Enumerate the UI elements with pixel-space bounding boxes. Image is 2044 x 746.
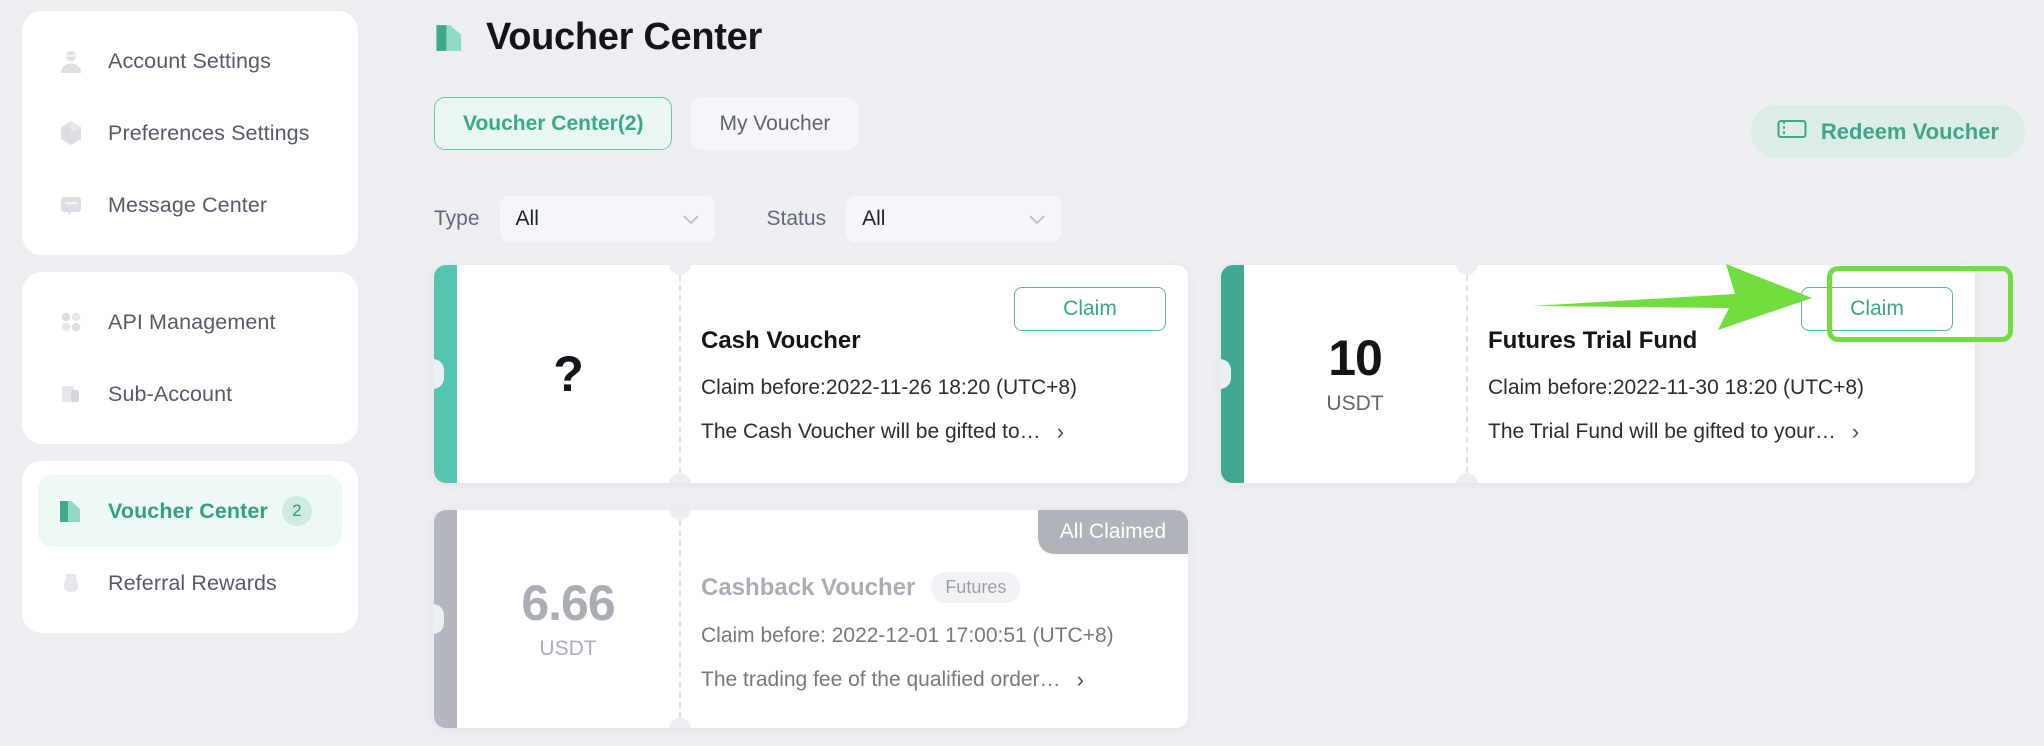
voucher-icon [56,496,86,526]
voucher-description-row[interactable]: The Cash Voucher will be gifted to… › [701,420,1188,444]
sidebar-item-label: Referral Rewards [108,570,277,595]
user-icon [56,46,86,76]
sidebar-item-referral-rewards[interactable]: Referral Rewards [22,547,358,619]
voucher-name: Futures Trial Fund [1488,327,1698,354]
sidebar-item-account-settings[interactable]: Account Settings [22,25,358,97]
type-select-value: All [515,207,539,230]
main-content: Voucher Center Voucher Center(2) My Vouc… [433,0,2044,746]
filters: Type All Status All [434,196,2044,242]
sidebar-item-label: Preferences Settings [108,120,310,145]
voucher-icon [434,21,466,55]
voucher-name-row: Futures Trial Fund [1488,327,1975,355]
voucher-unit: USDT [539,636,597,660]
filter-label-type: Type [434,207,480,230]
sidebar-item-label: Voucher Center [108,498,268,523]
sidebar-item-api-management[interactable]: API Management [22,286,358,358]
voucher-tag: Futures [931,572,1021,603]
sidebar-group-account: Account Settings Preferences Settings Me… [22,11,358,255]
voucher-card[interactable]: 10 USDT Futures Trial Fund Claim before:… [1220,265,1975,483]
status-select-value: All [862,207,886,230]
type-select[interactable]: All [499,196,715,242]
tab-voucher-center[interactable]: Voucher Center(2) [434,97,673,150]
all-claimed-badge: All Claimed [1037,510,1188,554]
stub-notch [1220,359,1231,389]
page-title: Voucher Center [486,16,762,58]
chevron-right-icon: › [1076,667,1084,692]
chevron-right-icon: › [1851,419,1860,444]
voucher-row: ? Cash Voucher Claim before:2022-11-26 1… [433,265,1979,483]
voucher-amount: 6.66 [521,574,615,631]
voucher-description-row[interactable]: The trading fee of the qualified order… … [701,668,1188,692]
claim-button[interactable]: Claim [1014,287,1166,331]
claim-button[interactable]: Claim [1801,287,1953,331]
stub-notch [433,359,444,389]
sidebar-item-label: API Management [108,309,276,334]
voucher-name: Cashback Voucher [701,573,916,601]
voucher-card[interactable]: ? Cash Voucher Claim before:2022-11-26 1… [433,265,1188,483]
redeem-voucher-label: Redeem Voucher [1820,118,1999,144]
voucher-name: Cash Voucher [701,327,861,354]
sidebar-item-sub-account[interactable]: Sub-Account [22,358,358,430]
sidebar: Account Settings Preferences Settings Me… [22,0,358,650]
sidebar-item-label: Sub-Account [108,381,233,406]
voucher-stub [1220,265,1244,483]
redeem-voucher-button[interactable]: Redeem Voucher [1750,105,2025,158]
grid-dots-icon [56,307,86,337]
palette-icon [56,118,86,148]
voucher-amount-col: ? [457,265,679,483]
voucher-amount: 10 [1328,329,1383,386]
page-title-row: Voucher Center [434,16,2044,59]
status-select[interactable]: All [846,196,1062,242]
voucher-claim-before: Claim before:2022-11-26 18:20 (UTC+8) [701,376,1078,399]
voucher-name-row: Cash Voucher [701,327,1188,355]
voucher-name-row: Cashback Voucher Futures [701,572,1188,603]
gift-bag-icon [56,568,86,598]
voucher-card-body: ? Cash Voucher Claim before:2022-11-26 1… [457,265,1188,483]
voucher-stub [433,510,457,728]
chevron-down-icon [1029,207,1045,231]
voucher-description: The Trial Fund will be gifted to your… [1488,420,1836,443]
sidebar-item-label: Message Center [108,192,268,217]
voucher-amount-col: 10 USDT [1244,265,1466,483]
voucher-card-body: 6.66 USDT Cashback Voucher Futures Claim… [457,510,1188,728]
sub-account-icon [56,379,86,409]
ticket-icon [1777,118,1821,146]
mail-icon [56,190,86,220]
voucher-claim-before: Claim before: 2022-12-01 17:00:51 (UTC+8… [701,624,1114,647]
sidebar-item-preferences-settings[interactable]: Preferences Settings [22,97,358,169]
voucher-claim-before: Claim before:2022-11-30 18:20 (UTC+8) [1488,376,1865,399]
sidebar-badge-count: 2 [281,496,312,526]
sidebar-item-label: Account Settings [108,48,271,73]
voucher-row: 6.66 USDT Cashback Voucher Futures Claim… [433,510,1979,728]
voucher-amount-col: 6.66 USDT [457,510,679,728]
sidebar-group-rewards: Voucher Center 2 Referral Rewards [22,461,358,633]
voucher-description: The trading fee of the qualified order… [701,668,1061,691]
voucher-card-body: 10 USDT Futures Trial Fund Claim before:… [1244,265,1975,483]
sidebar-item-message-center[interactable]: Message Center [22,169,358,241]
filter-label-status: Status [766,207,827,230]
voucher-card[interactable]: 6.66 USDT Cashback Voucher Futures Claim… [433,510,1188,728]
voucher-cards: ? Cash Voucher Claim before:2022-11-26 1… [433,265,1979,728]
chevron-right-icon: › [1056,419,1065,444]
voucher-stub [433,265,457,483]
voucher-description-row[interactable]: The Trial Fund will be gifted to your… › [1488,420,1975,444]
sidebar-group-api: API Management Sub-Account [22,272,358,444]
chevron-down-icon [682,207,699,231]
tab-my-voucher[interactable]: My Voucher [691,97,859,150]
voucher-description: The Cash Voucher will be gifted to… [701,420,1041,443]
voucher-center-page: Account Settings Preferences Settings Me… [0,0,2044,746]
stub-notch [433,604,444,634]
voucher-unit: USDT [1326,391,1384,415]
voucher-amount: ? [553,346,584,402]
sidebar-item-voucher-center[interactable]: Voucher Center 2 [38,475,342,547]
